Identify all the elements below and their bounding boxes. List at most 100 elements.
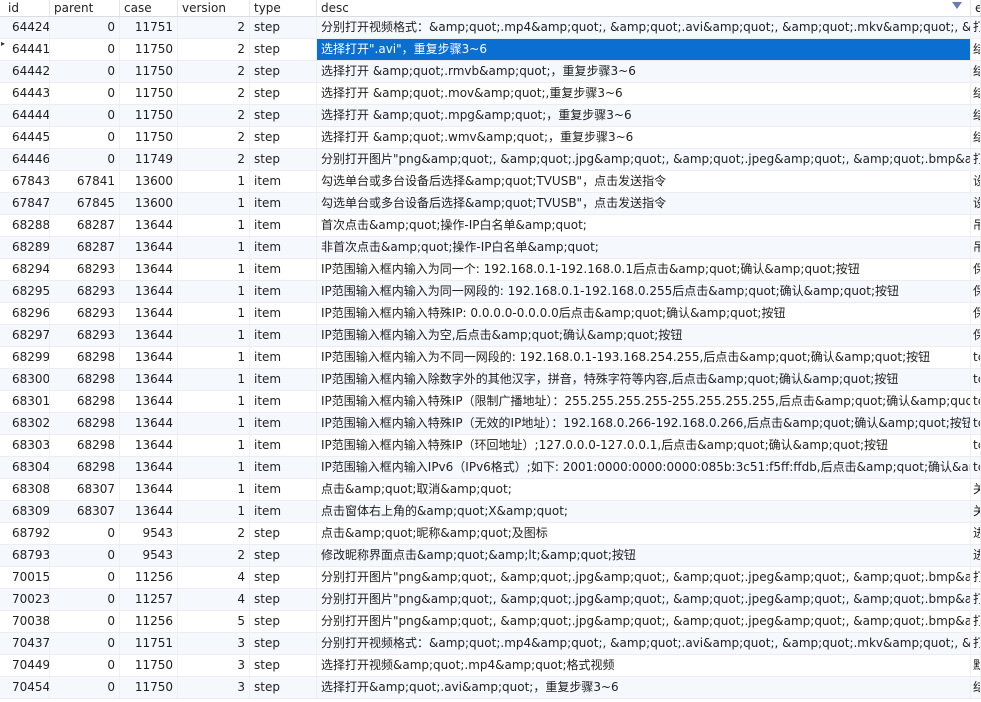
cell-type[interactable]: item [250, 193, 317, 214]
table-row[interactable]: 68300 68298 13644 1 item IP范围输入框内输入除数字外的其他汉字，… [0, 369, 981, 391]
cell-case[interactable]: 13644 [120, 413, 178, 434]
table-row[interactable]: 68288 68287 13644 1 item 首次点击&amp;quot;操作-IP白… [0, 215, 981, 237]
table-row[interactable]: 64446 0 11749 2 step 分别打开图片"png&amp;quot;, &a… [0, 149, 981, 171]
cell-version[interactable]: 2 [178, 523, 250, 544]
cell-version[interactable]: 2 [178, 127, 250, 148]
cell-parent[interactable]: 0 [50, 589, 120, 610]
cell-id[interactable]: 70437 [0, 633, 50, 654]
column-header-ext[interactable]: ex [971, 0, 981, 16]
cell-ext[interactable]: 设 [971, 193, 981, 214]
cell-case[interactable]: 11750 [120, 655, 178, 676]
cell-id[interactable]: 64424 [0, 17, 50, 38]
cell-id[interactable]: 68300 [0, 369, 50, 390]
cell-version[interactable]: 1 [178, 435, 250, 456]
cell-version[interactable]: 4 [178, 589, 250, 610]
cell-ext[interactable]: 结 [971, 677, 981, 698]
cell-case[interactable]: 13644 [120, 325, 178, 346]
cell-desc[interactable]: 选择打开".avi"，重复步骤3~6 [317, 39, 971, 60]
cell-ext[interactable]: 吊 [971, 237, 981, 258]
cell-id[interactable]: 68288 [0, 215, 50, 236]
cell-ext[interactable]: 打 [971, 17, 981, 38]
cell-type[interactable]: item [250, 479, 317, 500]
cell-case[interactable]: 13644 [120, 457, 178, 478]
cell-case[interactable]: 13644 [120, 303, 178, 324]
cell-case[interactable]: 11751 [120, 17, 178, 38]
table-row[interactable]: 68299 68298 13644 1 item IP范围输入框内输入为不同一网段的: 1… [0, 347, 981, 369]
table-row[interactable]: 64443 0 11750 2 step 选择打开 &amp;quot;.mov&amp;… [0, 83, 981, 105]
cell-version[interactable]: 1 [178, 479, 250, 500]
table-row[interactable]: 68793 0 9543 2 step 修改昵称界面点击&amp;quot;&amp;lt… [0, 545, 981, 567]
column-header-case[interactable]: case [120, 0, 178, 16]
cell-desc[interactable]: 分别打开视频格式：&amp;quot;.mp4&amp;quot;, &amp;… [317, 633, 971, 654]
cell-version[interactable]: 2 [178, 17, 250, 38]
cell-type[interactable]: step [250, 83, 317, 104]
cell-desc[interactable]: 选择打开 &amp;quot;.wmv&amp;quot;，重复步骤3~6 [317, 127, 971, 148]
table-row[interactable]: 68308 68307 13644 1 item 点击&amp;quot;取消&amp;q… [0, 479, 981, 501]
table-row[interactable]: 70454 0 11750 3 step 选择打开&amp;quot;.avi&amp;q… [0, 677, 981, 699]
cell-case[interactable]: 13600 [120, 171, 178, 192]
cell-type[interactable]: step [250, 127, 317, 148]
cell-ext[interactable]: 打 [971, 567, 981, 588]
cell-version[interactable]: 1 [178, 281, 250, 302]
table-row[interactable]: 64444 0 11750 2 step 选择打开 &amp;quot;.mpg&amp;… [0, 105, 981, 127]
cell-id[interactable]: 68792 [0, 523, 50, 544]
cell-version[interactable]: 1 [178, 413, 250, 434]
cell-desc[interactable]: 选择打开&amp;quot;.avi&amp;quot;，重复步骤3~6 [317, 677, 971, 698]
cell-id[interactable]: 68793 [0, 545, 50, 566]
cell-version[interactable]: 1 [178, 457, 250, 478]
cell-parent[interactable]: 0 [50, 633, 120, 654]
cell-desc[interactable]: 点击&amp;quot;取消&amp;quot; [317, 479, 971, 500]
cell-parent[interactable]: 0 [50, 39, 120, 60]
cell-case[interactable]: 13644 [120, 369, 178, 390]
table-row[interactable]: 70437 0 11751 3 step 分别打开视频格式：&amp;quot;.mp4&… [0, 633, 981, 655]
cell-version[interactable]: 1 [178, 391, 250, 412]
cell-type[interactable]: step [250, 545, 317, 566]
cell-id[interactable]: 64441 [0, 39, 50, 60]
cell-type[interactable]: step [250, 105, 317, 126]
cell-type[interactable]: item [250, 457, 317, 478]
cell-ext[interactable]: 保 [971, 325, 981, 346]
column-header-parent[interactable]: parent [50, 0, 120, 16]
cell-parent[interactable]: 68298 [50, 435, 120, 456]
cell-parent[interactable]: 68298 [50, 369, 120, 390]
cell-id[interactable]: 68294 [0, 259, 50, 280]
cell-case[interactable]: 11256 [120, 567, 178, 588]
cell-ext[interactable]: 打 [971, 611, 981, 632]
cell-version[interactable]: 1 [178, 215, 250, 236]
cell-version[interactable]: 5 [178, 611, 250, 632]
cell-ext[interactable]: 结 [971, 39, 981, 60]
cell-parent[interactable]: 68293 [50, 281, 120, 302]
cell-parent[interactable]: 68287 [50, 237, 120, 258]
column-header-type[interactable]: type [250, 0, 317, 16]
cell-id[interactable]: 68295 [0, 281, 50, 302]
cell-parent[interactable]: 0 [50, 83, 120, 104]
cell-version[interactable]: 2 [178, 39, 250, 60]
table-row[interactable]: 68309 68307 13644 1 item 点击窗体右上角的&amp;quot;X&… [0, 501, 981, 523]
cell-id[interactable]: 64446 [0, 149, 50, 170]
cell-type[interactable]: step [250, 589, 317, 610]
cell-case[interactable]: 11256 [120, 611, 178, 632]
cell-case[interactable]: 11751 [120, 633, 178, 654]
cell-ext[interactable]: 保 [971, 259, 981, 280]
table-row[interactable]: 68294 68293 13644 1 item IP范围输入框内输入为同一个: 192.… [0, 259, 981, 281]
cell-ext[interactable]: tc [971, 369, 981, 390]
cell-ext[interactable]: 默 [971, 655, 981, 676]
cell-ext[interactable]: 打 [971, 589, 981, 610]
cell-desc[interactable]: IP范围输入框内输入IPv6（IPv6格式）;如下: 2001:0000:000… [317, 457, 971, 478]
cell-desc[interactable]: 分别打开图片"png&amp;quot;, &amp;quot;.jpg&amp… [317, 611, 971, 632]
cell-type[interactable]: item [250, 347, 317, 368]
cell-desc[interactable]: IP范围输入框内输入为同一网段的: 192.168.0.1-192.168.0.… [317, 281, 971, 302]
cell-type[interactable]: item [250, 259, 317, 280]
table-row[interactable]: 67847 67845 13600 1 item 勾选单台或多台设备后选择&amp;quo… [0, 193, 981, 215]
cell-ext[interactable]: tc [971, 413, 981, 434]
cell-type[interactable]: item [250, 215, 317, 236]
cell-case[interactable]: 11750 [120, 83, 178, 104]
table-row[interactable]: 68301 68298 13644 1 item IP范围输入框内输入特殊IP（限制广播地… [0, 391, 981, 413]
cell-case[interactable]: 13644 [120, 435, 178, 456]
cell-desc[interactable]: 选择打开 &amp;quot;.mov&amp;quot;,重复步骤3~6 [317, 83, 971, 104]
cell-case[interactable]: 13644 [120, 237, 178, 258]
cell-id[interactable]: 67847 [0, 193, 50, 214]
column-header-version[interactable]: version [178, 0, 250, 16]
cell-version[interactable]: 1 [178, 303, 250, 324]
cell-case[interactable]: 11257 [120, 589, 178, 610]
